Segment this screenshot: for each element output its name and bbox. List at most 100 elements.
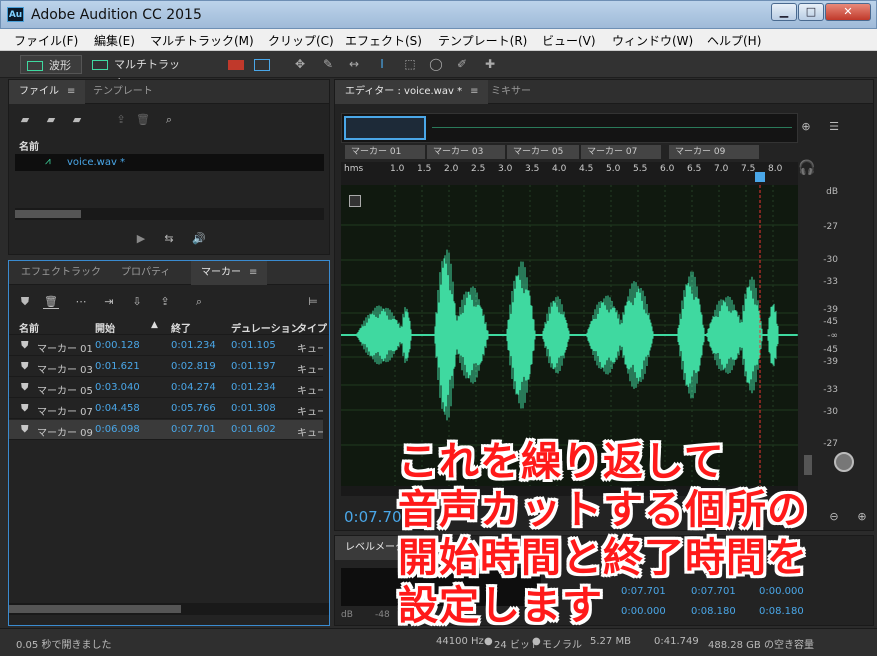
merge-markers-icon[interactable]: ⋯ bbox=[73, 295, 89, 309]
marker-type[interactable]: キュー bbox=[297, 361, 323, 376]
time-selection-tool-icon[interactable]: I bbox=[374, 56, 390, 72]
tab-effects-rack[interactable]: エフェクトラック bbox=[11, 261, 111, 285]
new-file-icon[interactable]: ▰ bbox=[69, 113, 85, 127]
batch-icon[interactable]: ⇪ bbox=[157, 295, 173, 309]
marker-flag[interactable]: マーカー 07 bbox=[581, 145, 661, 159]
marker-end[interactable]: 0:07.701 bbox=[171, 424, 216, 435]
col-start[interactable]: 開始 bbox=[95, 320, 115, 335]
marker-duration[interactable]: 0:01.234 bbox=[231, 382, 276, 393]
spectral-pitch-icon[interactable] bbox=[254, 59, 270, 71]
waveform-mode-button[interactable]: 波形 bbox=[20, 55, 82, 74]
open-file-icon[interactable]: ▰ bbox=[17, 113, 33, 127]
markers-scroll-thumb[interactable] bbox=[9, 605, 181, 613]
tab-mixer[interactable]: ミキサー bbox=[481, 80, 541, 104]
view-options-icon[interactable]: ☰ bbox=[826, 120, 842, 134]
insert-to-playlist-icon[interactable]: ⇥ bbox=[101, 295, 117, 309]
marker-row-selected[interactable]: ⛊ マーカー 09 0:06.098 0:07.701 0:01.602 キュー bbox=[9, 420, 323, 440]
add-marker-icon[interactable]: ⛊ bbox=[17, 295, 33, 309]
marker-type[interactable]: キュー bbox=[297, 403, 323, 418]
zoom-selection-icon[interactable]: ⊕ bbox=[798, 120, 814, 134]
tab-template[interactable]: テンプレート bbox=[83, 80, 163, 104]
menu-multitrack[interactable]: マルチトラック(M) bbox=[150, 32, 254, 49]
marker-options-icon[interactable]: ⊨ bbox=[305, 295, 321, 309]
delete-icon[interactable]: 🗑 bbox=[135, 113, 151, 127]
col-duration[interactable]: デュレーション bbox=[231, 320, 301, 335]
marker-row[interactable]: ⛊ マーカー 05 0:03.040 0:04.274 0:01.234 キュー bbox=[9, 378, 323, 398]
marker-duration[interactable]: 0:01.308 bbox=[231, 403, 276, 414]
brush-tool-icon[interactable]: ✐ bbox=[454, 56, 470, 72]
marker-row[interactable]: ⛊ マーカー 03 0:01.621 0:02.819 0:01.197 キュー bbox=[9, 357, 323, 377]
hud-toggle-icon[interactable] bbox=[349, 195, 361, 207]
editor-panel-menu-icon[interactable]: ≡ bbox=[470, 86, 478, 97]
marker-flag[interactable]: マーカー 05 bbox=[507, 145, 579, 159]
volume-icon[interactable]: 🔊 bbox=[191, 232, 207, 246]
minimize-button[interactable]: ▁ bbox=[771, 3, 797, 21]
marker-row[interactable]: ⛊ マーカー 01 0:00.128 0:01.234 0:01.105 キュー bbox=[9, 336, 323, 356]
slip-tool-icon[interactable]: ↔ bbox=[346, 56, 362, 72]
tab-markers[interactable]: マーカー ≡ bbox=[191, 261, 268, 285]
marker-flag[interactable]: マーカー 01 bbox=[345, 145, 425, 159]
menu-template[interactable]: テンプレート(R) bbox=[438, 32, 527, 49]
tab-properties[interactable]: プロパティ bbox=[111, 261, 180, 285]
lasso-tool-icon[interactable]: ◯ bbox=[428, 56, 444, 72]
overview-viewport[interactable] bbox=[344, 116, 426, 140]
marker-start[interactable]: 0:03.040 bbox=[95, 382, 140, 393]
menu-view[interactable]: ビュー(V) bbox=[542, 32, 596, 49]
play-icon[interactable]: ▶ bbox=[133, 232, 149, 246]
menu-edit[interactable]: 編集(E) bbox=[94, 32, 135, 49]
loop-icon[interactable]: ⇆ bbox=[161, 232, 177, 246]
marker-end[interactable]: 0:04.274 bbox=[171, 382, 216, 393]
multitrack-mode-button[interactable]: マルチトラック bbox=[86, 55, 186, 90]
headphones-icon[interactable]: 🎧 bbox=[798, 160, 815, 176]
marker-end[interactable]: 0:01.234 bbox=[171, 340, 216, 351]
close-button[interactable]: ✕ bbox=[825, 3, 871, 21]
razor-tool-icon[interactable]: ✎ bbox=[320, 56, 336, 72]
marker-flag[interactable]: マーカー 09 bbox=[669, 145, 759, 159]
marker-flag[interactable]: マーカー 03 bbox=[427, 145, 505, 159]
marker-duration[interactable]: 0:01.197 bbox=[231, 361, 276, 372]
marker-end[interactable]: 0:05.766 bbox=[171, 403, 216, 414]
marker-start[interactable]: 0:04.458 bbox=[95, 403, 140, 414]
marker-duration[interactable]: 0:01.105 bbox=[231, 340, 276, 351]
marker-start[interactable]: 0:00.128 bbox=[95, 340, 140, 351]
menu-help[interactable]: ヘルプ(H) bbox=[707, 32, 761, 49]
menu-clip[interactable]: クリップ(C) bbox=[268, 32, 334, 49]
tab-editor[interactable]: エディター : voice.wav * ≡ bbox=[335, 80, 489, 104]
menu-file[interactable]: ファイル(F) bbox=[14, 32, 78, 49]
marker-type[interactable]: キュー bbox=[297, 382, 323, 397]
spot-healing-tool-icon[interactable]: ✚ bbox=[482, 56, 498, 72]
search-icon[interactable]: ⌕ bbox=[161, 113, 177, 127]
marker-start[interactable]: 0:01.621 bbox=[95, 361, 140, 372]
insert-icon[interactable]: ⇪ bbox=[113, 113, 129, 127]
marker-end[interactable]: 0:02.819 bbox=[171, 361, 216, 372]
markers-panel-menu-icon[interactable]: ≡ bbox=[249, 267, 257, 278]
marker-row[interactable]: ⛊ マーカー 07 0:04.458 0:05.766 0:01.308 キュー bbox=[9, 399, 323, 419]
playhead-handle[interactable] bbox=[755, 172, 765, 182]
maximize-button[interactable]: □ bbox=[798, 3, 824, 21]
marker-duration[interactable]: 0:01.602 bbox=[231, 424, 276, 435]
delete-marker-icon[interactable]: 🗑 bbox=[43, 295, 59, 309]
col-name[interactable]: 名前 bbox=[19, 320, 39, 335]
import-file-icon[interactable]: ▰ bbox=[43, 113, 59, 127]
move-tool-icon[interactable]: ✥ bbox=[292, 56, 308, 72]
marker-start[interactable]: 0:06.098 bbox=[95, 424, 140, 435]
overview-bar[interactable] bbox=[341, 113, 798, 143]
col-end[interactable]: 終了 bbox=[171, 320, 191, 335]
marker-search-icon[interactable]: ⌕ bbox=[191, 295, 207, 309]
col-type[interactable]: タイプ bbox=[297, 320, 327, 335]
files-scroll-thumb[interactable] bbox=[15, 210, 81, 218]
spectral-frequency-icon[interactable] bbox=[228, 60, 244, 70]
marquee-tool-icon[interactable]: ⬚ bbox=[402, 56, 418, 72]
marker-icon: ⛊ bbox=[21, 382, 29, 393]
file-row[interactable]: ⩘ voice.wav * bbox=[15, 154, 324, 171]
marker-type[interactable]: キュー bbox=[297, 340, 323, 355]
menu-window[interactable]: ウィンドウ(W) bbox=[612, 32, 693, 49]
menu-effects[interactable]: エフェクト(S) bbox=[345, 32, 422, 49]
panel-menu-icon[interactable]: ≡ bbox=[67, 86, 75, 97]
files-scrollbar[interactable] bbox=[15, 208, 324, 220]
markers-scrollbar[interactable] bbox=[9, 603, 329, 615]
marker-type[interactable]: キュー bbox=[297, 424, 323, 439]
time-ruler[interactable]: hms 1.0 1.5 2.0 2.5 3.0 3.5 4.0 4.5 5.0 … bbox=[341, 162, 798, 185]
export-icon[interactable]: ⇩ bbox=[129, 295, 145, 309]
tab-files[interactable]: ファイル ≡ bbox=[9, 80, 86, 104]
